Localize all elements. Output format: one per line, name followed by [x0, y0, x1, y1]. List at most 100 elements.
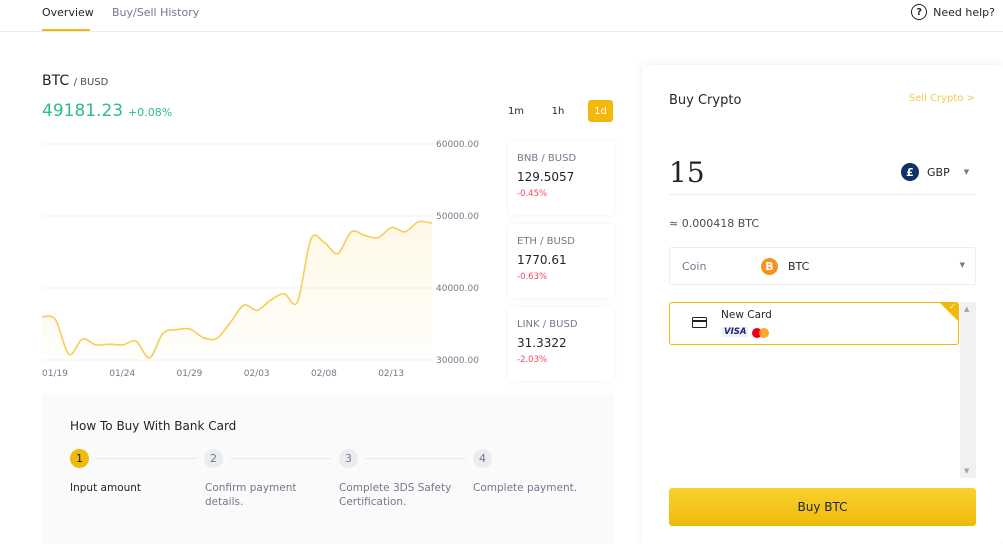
ticker-card-eth[interactable]: ETH / BUSD 1770.61 -0.63%: [508, 224, 614, 298]
price-area: [42, 221, 432, 360]
caret-down-icon: ▼: [959, 261, 965, 269]
data-point-01-27[interactable]: [148, 356, 152, 360]
visa-logo-icon: VISA: [722, 327, 749, 337]
scroll-down-arrow-icon[interactable]: ▼: [964, 467, 969, 475]
tab-overview[interactable]: Overview: [42, 6, 94, 19]
interval-1d-button[interactable]: 1d: [588, 100, 613, 122]
y-tick-label: 60000.00: [436, 140, 479, 150]
step-2-label: Confirm payment details.: [205, 482, 297, 508]
data-point-01-23[interactable]: [94, 343, 98, 347]
ticker-change: -0.63%: [517, 272, 548, 282]
data-point-02-05[interactable]: [269, 298, 273, 302]
step-connector: [365, 458, 466, 459]
data-point-02-13[interactable]: [376, 236, 380, 240]
interval-1h-button[interactable]: 1h: [547, 100, 569, 122]
data-point-02-12[interactable]: [363, 233, 367, 237]
step-4-indicator: 4: [473, 449, 492, 468]
ticker-card-link[interactable]: LINK / BUSD 31.3322 -2.03%: [508, 307, 614, 381]
step-1-indicator: 1: [70, 449, 89, 468]
current-price: 49181.23: [42, 101, 124, 121]
data-point-02-04[interactable]: [255, 308, 259, 312]
how-to-buy-section: How To Buy With Bank Card 1 2 3 4 Input …: [42, 395, 614, 544]
data-point-02-03[interactable]: [242, 303, 246, 307]
coin-label: Coin: [682, 260, 707, 273]
quote-asset: / BUSD: [73, 77, 109, 88]
data-point-01-30[interactable]: [188, 327, 192, 331]
data-point-02-16[interactable]: [417, 220, 421, 224]
y-tick-label: 30000.00: [436, 356, 479, 366]
currency-selector[interactable]: £ GBP ▼: [901, 163, 969, 181]
ticker-pair: BNB / BUSD: [517, 153, 577, 164]
active-tab-indicator: [42, 29, 90, 31]
data-point-02-09[interactable]: [322, 241, 326, 245]
need-help-label: Need help?: [933, 5, 995, 19]
data-point-02-02[interactable]: [228, 321, 232, 325]
data-point-01-28[interactable]: [161, 331, 165, 335]
step-1-label: Input amount: [70, 482, 142, 494]
step-4-label: Complete payment.: [473, 482, 578, 494]
interval-1m-button[interactable]: 1m: [505, 100, 527, 122]
currency-code: GBP: [927, 165, 950, 179]
payment-methods-list: ✓ New Card VISA ▲ ▼: [669, 302, 976, 478]
coin-selector[interactable]: Coin B BTC ▼: [669, 247, 976, 285]
x-tick-label: 01/29: [176, 369, 202, 379]
estimated-crypto-amount: ≈ 0.000418 BTC: [669, 217, 759, 230]
data-point-02-10[interactable]: [336, 251, 340, 255]
data-point-01-26[interactable]: [134, 339, 138, 343]
payment-method-new-card[interactable]: ✓ New Card VISA: [669, 302, 959, 345]
data-point-02-06[interactable]: [282, 292, 286, 296]
x-tick-label: 01/24: [109, 369, 135, 379]
payment-method-name: New Card: [721, 309, 772, 321]
ticker-change: -2.03%: [517, 355, 548, 365]
coin-name: BTC: [788, 260, 810, 273]
data-point-01-31[interactable]: [201, 336, 205, 340]
step-connector: [96, 458, 197, 459]
scroll-up-arrow-icon[interactable]: ▲: [964, 305, 969, 313]
ticker-card-bnb[interactable]: BNB / BUSD 129.5057 -0.45%: [508, 141, 614, 215]
buy-crypto-title: Buy Crypto: [669, 93, 742, 108]
mastercard-logo-icon: [752, 328, 769, 338]
checkmark-icon: ✓: [949, 302, 956, 311]
step-3-indicator: 3: [339, 449, 358, 468]
x-tick-label: 02/08: [311, 369, 337, 379]
data-point-02-08[interactable]: [309, 237, 313, 241]
data-point-01-19[interactable]: [40, 315, 44, 319]
x-tick-label: 01/19: [42, 369, 68, 379]
ticker-pair: LINK / BUSD: [517, 319, 578, 330]
tab-buy-sell-history[interactable]: Buy/Sell History: [112, 6, 199, 19]
price-change: +0.08%: [128, 106, 173, 119]
data-point-02-15[interactable]: [403, 230, 407, 234]
y-tick-label: 40000.00: [436, 284, 479, 294]
sell-crypto-link[interactable]: Sell Crypto >: [909, 93, 975, 104]
step-2-indicator: 2: [204, 449, 223, 468]
ticker-price: 1770.61: [517, 253, 567, 267]
data-point-02-17[interactable]: [430, 221, 434, 225]
credit-card-icon: [692, 317, 707, 328]
x-tick-label: 02/13: [378, 369, 404, 379]
data-point-02-11[interactable]: [349, 230, 353, 234]
market-pair: BTC / BUSD: [42, 73, 108, 89]
data-point-01-25[interactable]: [121, 343, 125, 347]
data-point-02-14[interactable]: [390, 226, 394, 230]
data-point-01-24[interactable]: [107, 342, 111, 346]
data-point-01-22[interactable]: [80, 337, 84, 341]
step-connector: [230, 458, 331, 459]
data-point-02-01[interactable]: [215, 336, 219, 340]
ticker-price: 31.3322: [517, 336, 567, 350]
how-to-buy-title: How To Buy With Bank Card: [70, 419, 237, 433]
data-point-01-29[interactable]: [174, 328, 178, 332]
bitcoin-icon: B: [761, 258, 778, 275]
question-circle-icon: ?: [911, 4, 928, 20]
price-chart[interactable]: 60000.00 50000.00 40000.00 30000.00 01/19 01…: [0, 130, 500, 380]
payment-methods-scrollbar[interactable]: ▲ ▼: [960, 302, 976, 478]
base-asset: BTC: [42, 73, 70, 89]
data-point-01-21[interactable]: [67, 352, 71, 356]
data-point-01-20[interactable]: [53, 318, 57, 322]
pound-sterling-icon: £: [901, 163, 919, 181]
top-navigation: Overview Buy/Sell History ? Need help?: [0, 0, 1003, 32]
data-point-02-07[interactable]: [296, 300, 300, 304]
ticker-pair: ETH / BUSD: [517, 236, 575, 247]
need-help-link[interactable]: ? Need help?: [911, 4, 995, 20]
buy-btc-button[interactable]: Buy BTC: [669, 488, 976, 526]
ticker-change: -0.45%: [517, 189, 548, 199]
